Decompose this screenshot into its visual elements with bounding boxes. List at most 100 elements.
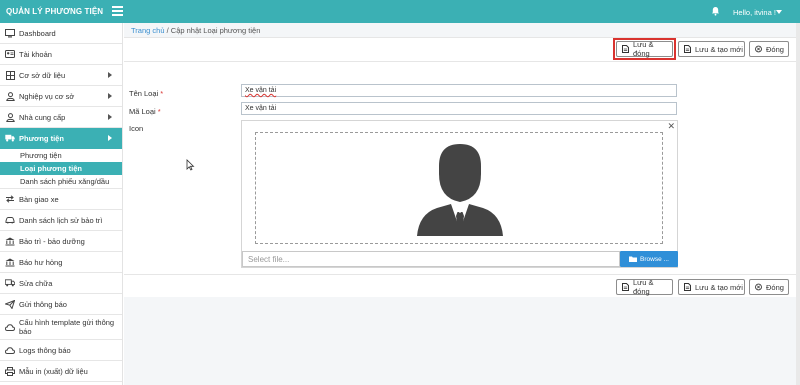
sidebar-item-logs-thong-bao[interactable]: Logs thông báo: [0, 340, 122, 361]
save-new-label: Lưu & tạo mới: [695, 282, 743, 292]
breadcrumb-separator: /: [166, 26, 169, 35]
mouse-cursor-icon: [186, 159, 195, 171]
sidebar-item-label: Logs thông báo: [19, 345, 71, 355]
sidebar: Dashboard Tài khoản Cơ sở dữ liệu Nghiệp…: [0, 23, 123, 385]
ten-loai-label: Tên Loại *: [129, 89, 163, 98]
sidebar-item-cau-hinh-template[interactable]: Cấu hình template gửi thông báo: [0, 315, 122, 340]
sidebar-item-lich-su-bao-tri[interactable]: Danh sách lịch sử bảo trì: [0, 210, 122, 231]
save-new-label: Lưu & tạo mới: [695, 44, 743, 54]
browse-button[interactable]: Browse ...: [620, 251, 678, 267]
submenu-item-phuong-tien[interactable]: Phương tiện: [0, 149, 122, 162]
required-mark: *: [160, 89, 164, 98]
close-button-bottom[interactable]: Đóng: [749, 279, 789, 295]
close-circle-icon: [755, 45, 762, 53]
sidebar-item-phuong-tien[interactable]: Phương tiện: [0, 128, 122, 149]
avatar-placeholder-icon: [417, 144, 503, 236]
document-icon: [684, 283, 691, 291]
save-close-button-bottom[interactable]: Lưu & đóng: [616, 278, 673, 296]
sidebar-item-sua-chua[interactable]: Sửa chữa: [0, 273, 122, 294]
close-label: Đóng: [766, 282, 784, 292]
ma-loai-text: Mã Loại: [129, 107, 156, 116]
main-content: Trang chủ / Cập nhật Loại phương tiện Lư…: [124, 23, 800, 385]
table-icon: [5, 70, 15, 80]
file-path-input[interactable]: Select file...: [242, 251, 620, 267]
submenu-item-loai-phuong-tien[interactable]: Loại phương tiện: [0, 162, 122, 175]
sidebar-item-nghiep-vu[interactable]: Nghiệp vụ cơ sở: [0, 86, 122, 107]
ma-loai-input[interactable]: Xe vận tải: [241, 102, 677, 115]
sidebar-item-dashboard[interactable]: Dashboard: [0, 23, 122, 44]
document-icon: [684, 45, 691, 53]
ten-loai-value: Xe vận tải: [245, 87, 277, 94]
ten-loai-text: Tên Loại: [129, 89, 159, 98]
sidebar-item-label: Báo hư hỏng: [19, 257, 63, 267]
browse-label: Browse ...: [640, 255, 669, 263]
sidebar-item-gui-thong-bao[interactable]: Gửi thông báo: [0, 294, 122, 315]
menu-toggle-icon[interactable]: [112, 6, 123, 16]
sidebar-item-bao-hu-hong[interactable]: Báo hư hỏng: [0, 252, 122, 273]
sidebar-item-bao-tri[interactable]: Bảo trì - bảo dưỡng: [0, 231, 122, 252]
sidebar-item-mau-in[interactable]: Mẫu in (xuất) dữ liệu: [0, 361, 122, 382]
sidebar-item-label: Sửa chữa: [19, 278, 53, 288]
user-icon: [5, 91, 15, 101]
cloud-icon: [5, 322, 15, 332]
sidebar-item-label: Tài khoản: [19, 49, 52, 59]
sidebar-item-label: Nhà cung cấp: [19, 112, 66, 122]
sidebar-item-label: Bảo trì - bảo dưỡng: [19, 236, 85, 246]
monitor-icon: [5, 28, 15, 38]
folder-icon: [629, 256, 638, 262]
sidebar-item-label: Phương tiện: [19, 133, 64, 143]
ma-loai-label: Mã Loại *: [129, 107, 161, 116]
close-button[interactable]: Đóng: [749, 41, 789, 57]
ten-loai-input[interactable]: Xe vận tải: [241, 84, 677, 97]
submenu-phuong-tien: Phương tiện Loại phương tiện Danh sách p…: [0, 149, 122, 189]
chevron-down-icon[interactable]: [776, 10, 782, 14]
breadcrumb: Trang chủ / Cập nhật Loại phương tiện: [131, 26, 260, 35]
sidebar-item-tai-khoan[interactable]: Tài khoản: [0, 44, 122, 65]
image-dropzone[interactable]: [255, 132, 663, 244]
user-icon: [5, 112, 15, 122]
sidebar-item-label: Gửi thông báo: [19, 299, 67, 309]
close-circle-icon: [755, 283, 762, 291]
breadcrumb-current: Cập nhật Loại phương tiện: [170, 26, 261, 35]
required-mark: *: [157, 107, 161, 116]
sidebar-item-co-so-du-lieu[interactable]: Cơ sở dữ liệu: [0, 65, 122, 86]
divider: [124, 274, 796, 275]
chevron-right-icon: [108, 93, 112, 99]
highlight-box: [613, 38, 676, 60]
sidebar-item-label: Mẫu in (xuất) dữ liệu: [19, 366, 88, 376]
save-new-button[interactable]: Lưu & tạo mới: [678, 41, 745, 57]
document-icon: [622, 283, 629, 291]
chevron-right-icon: [108, 135, 112, 141]
icon-label: Icon: [129, 124, 144, 133]
submenu-item-phieu-xang-dau[interactable]: Danh sách phiếu xăng/dầu: [0, 175, 122, 188]
bank-icon: [5, 236, 15, 246]
save-close-label: Lưu & đóng: [633, 278, 654, 296]
bell-icon[interactable]: [711, 6, 720, 16]
send-icon: [5, 299, 15, 309]
truck-icon: [5, 278, 15, 288]
sidebar-item-nha-cung-cap[interactable]: Nhà cung cấp: [0, 107, 122, 128]
ma-loai-value: Xe vận tải: [245, 105, 277, 112]
user-greeting[interactable]: Hello, itvina !: [733, 8, 776, 17]
form-panel: Lưu & đóng Lưu & tạo mới Đóng Tên Loại *…: [124, 37, 796, 297]
top-header: QUẢN LÝ PHƯƠNG TIỆN Hello, itvina !: [0, 0, 800, 23]
app-title: QUẢN LÝ PHƯƠNG TIỆN: [6, 7, 104, 16]
sidebar-item-label: Cơ sở dữ liệu: [19, 70, 66, 80]
close-icon[interactable]: ✕: [667, 121, 675, 132]
sidebar-item-label: Danh sách lịch sử bảo trì: [19, 215, 103, 225]
sidebar-item-label: Cấu hình template gửi thông báo: [19, 318, 115, 336]
print-icon: [5, 366, 15, 376]
sidebar-item-label: Dashboard: [19, 28, 56, 38]
vertical-scrollbar[interactable]: [796, 23, 800, 385]
sidebar-item-label: Bàn giao xe: [19, 194, 59, 204]
exchange-icon: [5, 194, 15, 204]
sidebar-item-ban-giao-xe[interactable]: Bàn giao xe: [0, 189, 122, 210]
sidebar-item-label: Nghiệp vụ cơ sở: [19, 91, 75, 101]
save-new-button-bottom[interactable]: Lưu & tạo mới: [678, 279, 745, 295]
user-card-icon: [5, 49, 15, 59]
breadcrumb-home-link[interactable]: Trang chủ: [131, 26, 165, 35]
bank-icon: [5, 257, 15, 267]
chevron-right-icon: [108, 114, 112, 120]
chevron-right-icon: [108, 72, 112, 78]
car-icon: [5, 215, 15, 225]
